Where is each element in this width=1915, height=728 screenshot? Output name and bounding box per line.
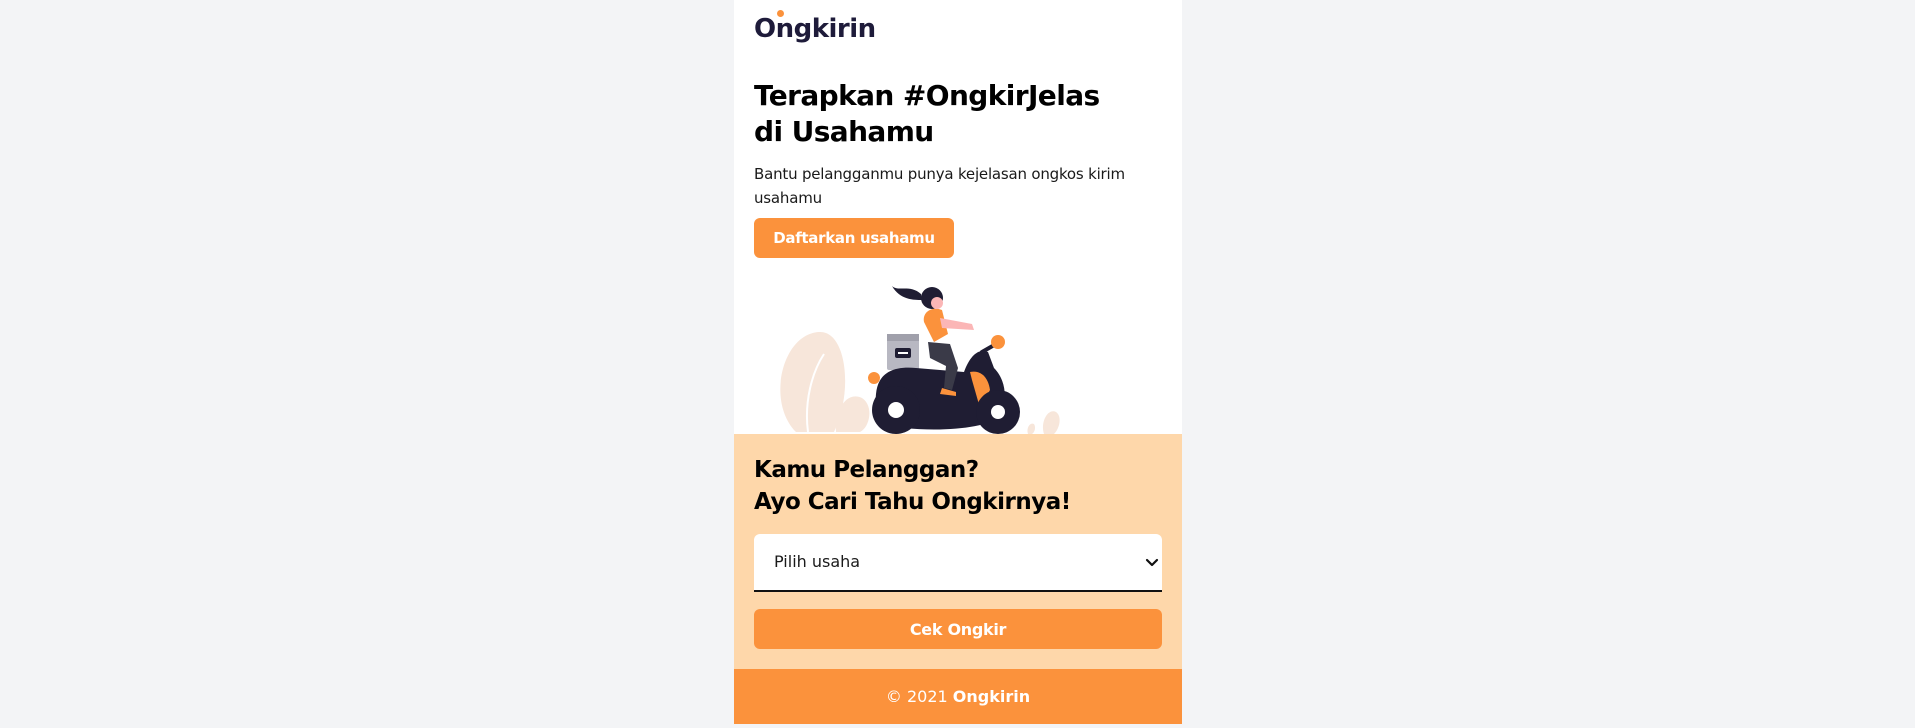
footer-copyright: © 2021 — [885, 687, 948, 706]
footer-brand: Ongkirin — [952, 687, 1031, 706]
check-shipping-button[interactable]: Cek Ongkir — [754, 609, 1162, 649]
ongkirin-logo[interactable]: Ongkirin — [754, 8, 876, 52]
logo-dot — [777, 10, 784, 17]
hero-title-line1: Terapkan #OngkirJelas — [754, 79, 1100, 112]
business-select[interactable]: Pilih usaha — [754, 534, 1162, 592]
register-business-button[interactable]: Daftarkan usahamu — [754, 218, 954, 258]
logo-text: Ongkirin — [754, 14, 876, 44]
scooter-rider-illustration — [780, 286, 1060, 434]
customer-title-line1: Kamu Pelanggan? — [754, 457, 979, 483]
customer-section: Kamu Pelanggan? Ayo Cari Tahu Ongkirnya!… — [734, 434, 1182, 669]
hero-title-line2: di Usahamu — [754, 115, 934, 148]
hero-subtitle: Bantu pelangganmu punya kejelasan ongkos… — [754, 165, 1125, 207]
hero-title: Terapkan #OngkirJelas di Usahamu — [754, 78, 1164, 150]
customer-title: Kamu Pelanggan? Ayo Cari Tahu Ongkirnya! — [754, 454, 1164, 518]
business-select-value: Pilih usaha — [774, 552, 861, 571]
footer: © 2021 Ongkirin — [734, 669, 1182, 724]
customer-title-line2: Ayo Cari Tahu Ongkirnya! — [754, 489, 1071, 515]
chevron-down-icon — [1145, 558, 1159, 567]
page-container: Ongkirin Terapkan #OngkirJelas di Usaham… — [734, 0, 1182, 724]
